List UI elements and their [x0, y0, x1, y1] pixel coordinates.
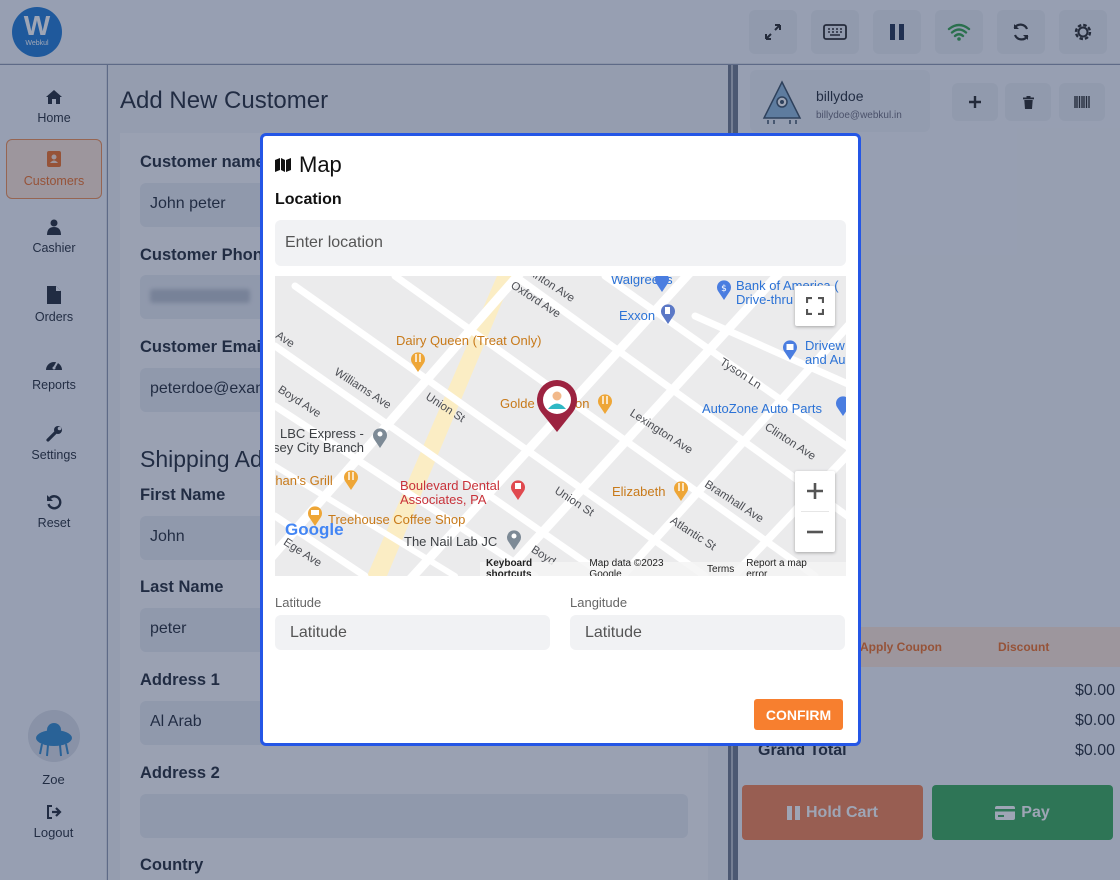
place-dairy-queen[interactable]: Dairy Queen (Treat Only) — [396, 333, 541, 348]
zoom-out-button[interactable] — [795, 512, 835, 552]
longitude-label: Langitude — [570, 595, 628, 610]
map-icon — [275, 158, 291, 172]
place-boulevard-dental-line2: Associates, PA — [400, 492, 487, 507]
place-lbc-express[interactable]: LBC Express - — [280, 426, 364, 441]
map-zoom-control — [795, 471, 835, 552]
svg-text:$: $ — [721, 284, 727, 294]
restaurant-pin-icon[interactable] — [596, 392, 614, 414]
terms-link[interactable]: Terms — [707, 564, 734, 575]
place-autozone[interactable]: AutoZone Auto Parts — [702, 401, 822, 416]
map-fullscreen-button[interactable] — [795, 286, 835, 326]
confirm-button[interactable]: CONFIRM — [754, 699, 843, 730]
restaurant-pin-icon[interactable] — [672, 479, 690, 501]
latitude-label: Latitude — [275, 595, 322, 610]
dentist-pin-icon[interactable] — [509, 478, 527, 500]
report-map-error-link[interactable]: Report a map error — [746, 558, 828, 576]
place-elizabeth[interactable]: Elizabeth — [612, 484, 665, 499]
selected-location-marker-icon[interactable] — [535, 380, 579, 432]
place-nail-lab[interactable]: The Nail Lab JC — [404, 534, 497, 549]
map-modal: Map Location Enter location Walgreens Ba… — [260, 133, 861, 746]
latitude-input[interactable] — [275, 615, 550, 650]
google-map[interactable]: Walgreens Bank of America ( Drive-thru E… — [275, 276, 846, 576]
gas-station-pin-icon[interactable] — [659, 302, 677, 324]
google-logo[interactable]: Google — [285, 520, 344, 540]
place-boulevard-dental[interactable]: Boulevard Dental — [400, 478, 500, 493]
shop-pin-icon[interactable] — [834, 394, 846, 416]
place-driveway-line2: and Au — [805, 352, 846, 367]
bank-pin-icon[interactable]: $ — [715, 278, 733, 300]
map-data-text: Map data ©2023 Google — [589, 558, 664, 576]
place-bank-of-america-line2: Drive-thru — [736, 292, 794, 307]
plus-icon — [807, 483, 823, 499]
location-label: Location — [275, 191, 342, 208]
map-attribution: Keyboard shortcuts Map data ©2023 Google… — [480, 558, 846, 576]
place-pin-icon[interactable] — [371, 426, 389, 448]
minus-icon — [807, 530, 823, 534]
place-pin-icon[interactable] — [505, 528, 523, 550]
shop-pin-icon[interactable] — [781, 338, 799, 360]
restaurant-pin-icon[interactable] — [409, 350, 427, 372]
store-pin-icon[interactable] — [653, 276, 671, 292]
place-lbc-express-line2: sey City Branch — [275, 440, 365, 455]
place-driveway[interactable]: Drivew — [805, 338, 845, 353]
restaurant-pin-icon[interactable] — [342, 468, 360, 490]
place-treehouse-coffee[interactable]: Treehouse Coffee Shop — [328, 512, 465, 527]
modal-title: Map — [275, 152, 342, 178]
longitude-input[interactable] — [570, 615, 845, 650]
keyboard-shortcuts-link[interactable]: Keyboard shortcuts — [486, 558, 577, 576]
fullscreen-icon — [806, 297, 824, 315]
location-input[interactable] — [275, 220, 846, 266]
zoom-in-button[interactable] — [795, 471, 835, 511]
place-exxon[interactable]: Exxon — [619, 308, 655, 323]
place-golden[interactable]: Golde — [500, 396, 535, 411]
place-grill[interactable]: rhan's Grill — [275, 473, 333, 488]
